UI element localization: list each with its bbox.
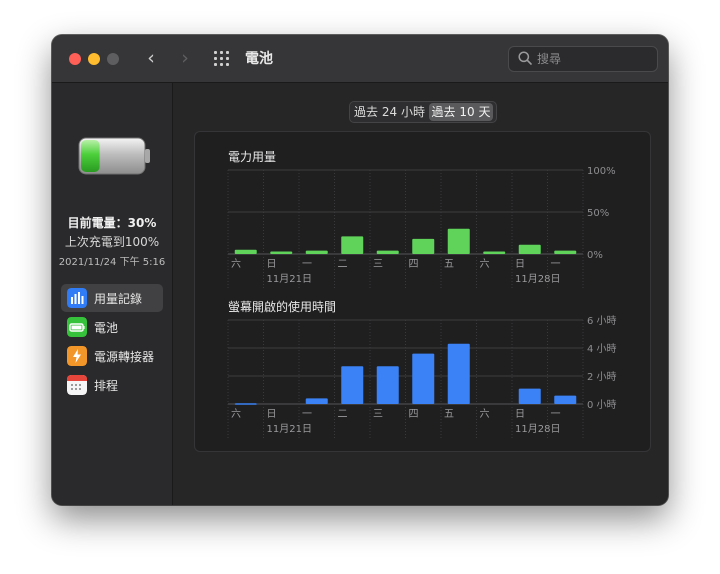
y-tick-label: 2 小時: [587, 371, 617, 383]
x-tick-label: 六: [480, 258, 490, 270]
bar-一-9[interactable]: [554, 250, 577, 254]
screen-on-usage-chart: 6 小時 4 小時 2 小時 0 小時六 日 一 二 三 四 五 六 日 一 11月21日 11月28日: [227, 315, 617, 440]
x-tick-label: 六: [231, 408, 241, 420]
x-tick-label: 日: [267, 409, 277, 420]
bar-日-8[interactable]: [518, 244, 541, 254]
x-tick-label: 三: [373, 409, 383, 420]
x-tick-label: 日: [515, 259, 525, 270]
bar-四-5[interactable]: [412, 353, 435, 404]
forward-chevron-icon[interactable]: ›: [175, 47, 195, 69]
last-charged-time: 2021/11/24 下午 5:16: [58, 257, 166, 268]
sidebar-item-schedule[interactable]: 排程: [61, 371, 163, 399]
y-tick-label: 100%: [587, 166, 616, 177]
main-content: 過去 24 小時 過去 10 天 電力用量 100% 50% 0% 六日一二三四五六日…: [173, 83, 668, 505]
battery-level-graphic: [78, 137, 150, 175]
bar-五-6[interactable]: [447, 228, 470, 254]
x-tick-label: 一: [551, 259, 561, 270]
bar-一-9[interactable]: [554, 395, 577, 404]
bar-三-4[interactable]: [376, 366, 399, 404]
bar-一-2[interactable]: [305, 398, 328, 404]
last-charged-text: 上次充電到100%: [64, 235, 160, 249]
y-tick-label: 4 小時: [587, 343, 617, 355]
x-tick-label: 一: [551, 409, 561, 420]
date-label: 11月21日: [267, 273, 312, 285]
minimize-window-button[interactable]: [88, 53, 100, 65]
window-title: 電池: [245, 51, 273, 67]
back-chevron-icon[interactable]: ‹: [141, 47, 161, 69]
segment-last-10-days[interactable]: 過去 10 天: [429, 103, 493, 121]
bar-一-2[interactable]: [305, 250, 328, 254]
bar-六-7[interactable]: [483, 251, 506, 254]
title-bar: ‹ › 電池: [52, 35, 668, 83]
x-tick-label: 一: [302, 409, 312, 420]
y-tick-label: 50%: [587, 208, 609, 219]
close-window-button[interactable]: [69, 53, 81, 65]
sidebar-item-label: 用量記錄: [94, 292, 143, 306]
battery-icon: [67, 317, 87, 337]
sidebar: 目前電量：30% 上次充電到100% 2021/11/24 下午 5:16 用量…: [52, 83, 173, 505]
x-tick-label: 日: [515, 409, 525, 420]
bar-三-4[interactable]: [376, 250, 399, 254]
x-tick-label: 二: [338, 259, 348, 270]
date-label: 11月28日: [515, 423, 560, 435]
sidebar-item-usage-history[interactable]: 用量記錄: [61, 284, 163, 312]
search-input[interactable]: [535, 49, 655, 69]
x-tick-label: 三: [373, 259, 383, 270]
power-adapter-icon: [67, 346, 87, 366]
show-all-grid-icon[interactable]: [214, 51, 232, 67]
energy-usage-chart: 100% 50% 0% 六 日 一 二 三 四 五 六 日 一 11月21日 11月28日: [227, 166, 616, 290]
charts-panel: 電力用量 100% 50% 0% 六日一二三四五六日一 11月21日 11月28日 螢幕開…: [194, 131, 651, 452]
usage-history-icon: [67, 288, 87, 308]
x-tick-label: 五: [444, 259, 454, 270]
x-tick-label: 五: [444, 409, 454, 420]
search-icon: [518, 51, 532, 65]
bar-二-3[interactable]: [341, 236, 364, 254]
y-tick-label: 6 小時: [587, 315, 617, 327]
bar-日-8[interactable]: [518, 388, 541, 404]
x-tick-label: 二: [338, 409, 348, 420]
segment-last-24-hours[interactable]: 過去 24 小時: [352, 103, 427, 121]
x-tick-label: 四: [409, 409, 419, 420]
bar-五-6[interactable]: [447, 343, 470, 404]
y-tick-label: 0 小時: [587, 399, 617, 411]
y-tick-label: 0%: [587, 250, 603, 261]
search-field[interactable]: [508, 46, 658, 72]
x-tick-label: 日: [267, 259, 277, 270]
current-charge-text: 目前電量：30%: [67, 216, 157, 230]
bar-六-0[interactable]: [234, 403, 257, 405]
sidebar-item-label: 電池: [94, 321, 119, 335]
zoom-window-button[interactable]: [107, 53, 119, 65]
time-range-segmented-control: 過去 24 小時 過去 10 天: [349, 101, 497, 123]
schedule-icon: [67, 375, 87, 395]
date-label: 11月21日: [267, 423, 312, 435]
date-label: 11月28日: [515, 273, 560, 285]
x-tick-label: 六: [480, 408, 490, 420]
settings-window: ‹ › 電池 搜尋 目前電量：30% 上次充電到100% 2021/11/24 …: [52, 35, 668, 505]
x-tick-label: 六: [231, 258, 241, 270]
bar-六-0[interactable]: [234, 249, 257, 254]
sidebar-item-battery[interactable]: 電池: [61, 313, 163, 341]
sidebar-item-power-adapter[interactable]: 電源轉接器: [61, 342, 163, 370]
sidebar-item-label: 排程: [94, 379, 119, 393]
bar-四-5[interactable]: [412, 238, 435, 254]
bar-二-3[interactable]: [341, 366, 364, 404]
bar-日-1[interactable]: [270, 251, 293, 254]
x-tick-label: 四: [409, 259, 419, 270]
sidebar-item-label: 電源轉接器: [94, 350, 155, 364]
x-tick-label: 一: [302, 259, 312, 270]
